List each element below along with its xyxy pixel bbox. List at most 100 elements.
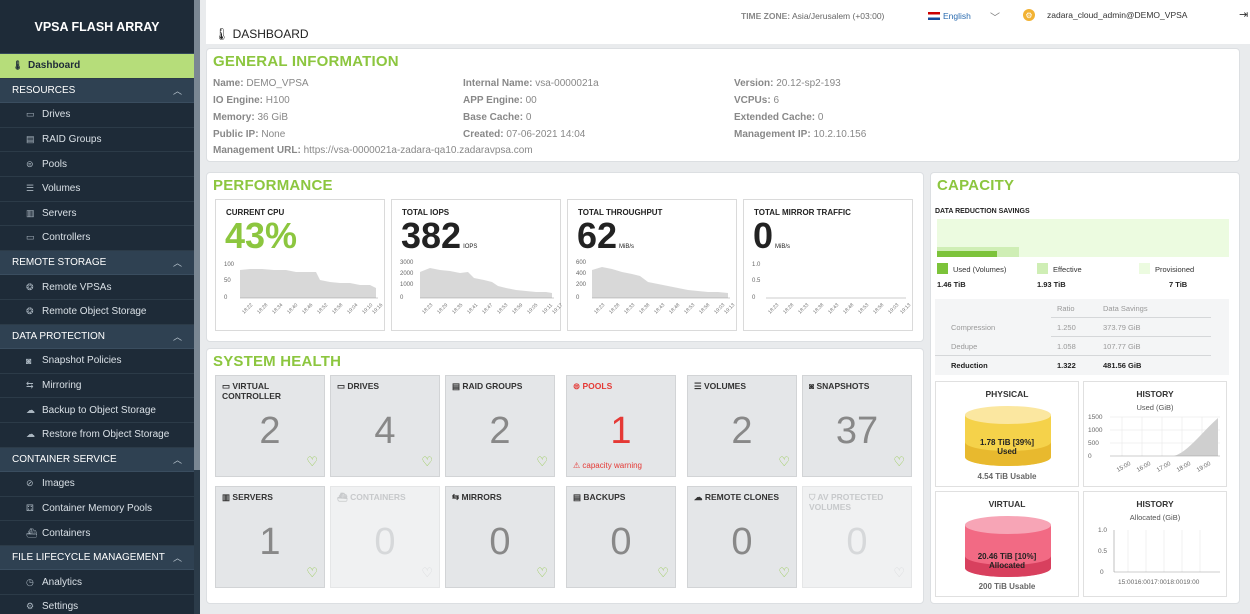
legend-label: Effective [1053, 265, 1082, 274]
page-title-text: DASHBOARD [232, 27, 309, 41]
throughput-value-wrap: 62 MiB/s [577, 218, 634, 254]
sidebar-item-dashboard[interactable]: 🌡 Dashboard [0, 54, 194, 79]
volume-icon: ☰ [26, 183, 35, 194]
health-card-mirrors[interactable]: ⇆ MIRRORS 0 ♡ [445, 486, 555, 588]
ytick: 0.5 [752, 278, 761, 284]
gi-value[interactable]: https://vsa-0000021a-zadara-qa10.zadarav… [304, 145, 533, 156]
history-used-card: HISTORY Used (GiB) 1500 1000 500 0 15:00… [1083, 381, 1227, 487]
sidebar-item-volumes[interactable]: ☰ Volumes [0, 177, 194, 202]
xtick: 19:05 [526, 302, 539, 315]
virtual-usable: 200 TiB Usable [978, 582, 1036, 591]
ytick: 2000 [400, 271, 414, 277]
health-card-label: ⇆ MIRRORS [452, 492, 502, 502]
health-card-remote-clones[interactable]: ☁ REMOTE CLONES 0 ♡ [687, 486, 797, 588]
sidebar-item-containers[interactable]: ⛴ Containers [0, 521, 194, 546]
data-reduction-table: Ratio Data Savings Compression 1.250 373… [935, 299, 1229, 375]
label-text: BACKUPS [583, 492, 626, 502]
xtick: 18:28 [256, 302, 269, 315]
health-count: 4 [374, 410, 396, 452]
health-card-volumes[interactable]: ☰ VOLUMES 2 ♡ [687, 375, 797, 477]
xtick: 19:04 [346, 302, 359, 315]
sidebar-item-settings[interactable]: ⚙ Settings [0, 595, 194, 614]
pool-icon: ⊜ [26, 158, 34, 169]
remote-icon: ❂ [26, 306, 34, 317]
iops-area [420, 268, 552, 298]
sidebar-section-container-service[interactable]: CONTAINER SERVICE ︿ [0, 447, 194, 473]
health-card-pools[interactable]: ⊜ POOLS 1 ⚠ capacity warning [566, 375, 676, 477]
chevron-down-icon[interactable]: ﹀ [990, 9, 1000, 24]
system-health-title: SYSTEM HEALTH [213, 353, 342, 370]
volume-icon: ☰ [694, 381, 704, 391]
sidebar-item-raid-groups[interactable]: ▤ RAID Groups [0, 128, 194, 153]
user-menu[interactable]: ⚙ zadara_cloud_admin@DEMO_VPSA [1023, 9, 1187, 21]
mirror-traffic-card: TOTAL MIRROR TRAFFIC 0 MiB/s 1.0 0.5 0 18… [743, 199, 913, 331]
sidebar-item-servers[interactable]: ▥ Servers [0, 202, 194, 227]
throughput-unit: MiB/s [619, 244, 635, 250]
health-count: 1 [259, 521, 281, 563]
sidebar-item-backup-to-object-storage[interactable]: ☁ Backup to Object Storage [0, 398, 194, 423]
health-card-av-protected-volumes[interactable]: ⛉ AV PROTECTED VOLUMES 0 ♡ [802, 486, 912, 588]
gi-label: IO Engine: [213, 95, 263, 106]
health-card-raid-groups[interactable]: ▤ RAID GROUPS 2 ♡ [445, 375, 555, 477]
xtick: 17:00 [1156, 461, 1173, 474]
virtual-allocated-text: 20.46 TiB [10%] Allocated [936, 552, 1078, 570]
sidebar-section-file-lifecycle[interactable]: FILE LIFECYCLE MANAGEMENT ︿ [0, 545, 194, 571]
sidebar-item-label: Containers [42, 527, 91, 539]
gear-icon: ⚙ [26, 601, 35, 612]
gi-base-cache: Base Cache: 0 [463, 112, 531, 123]
xtick: 19:16 [371, 302, 384, 315]
sidebar-section-data-protection[interactable]: DATA PROTECTION ︿ [0, 324, 194, 350]
xtick: 18:38 [812, 302, 825, 315]
health-card-snapshots[interactable]: ◙ SNAPSHOTS 37 ♡ [802, 375, 912, 477]
timezone-display: TIME ZONE: Asia/Jerusalem (+03:00) [741, 11, 884, 21]
legend-swatch [1037, 263, 1048, 274]
health-count: 2 [259, 410, 281, 452]
health-count: 37 [835, 410, 879, 452]
performance-panel: PERFORMANCE CURRENT CPU 43% 100 50 0 18:… [206, 172, 924, 342]
health-card-backups[interactable]: ▤ BACKUPS 0 ♡ [566, 486, 676, 588]
logout-icon[interactable]: ⇥ [1239, 8, 1248, 21]
xtick: 19:17 [551, 302, 562, 315]
sidebar-item-controllers[interactable]: ▭ Controllers [0, 226, 194, 251]
sidebar-item-analytics[interactable]: ◷ Analytics [0, 570, 194, 596]
health-card-virtual-controller[interactable]: ▭ VIRTUAL CONTROLLER 2 ♡ [215, 375, 325, 477]
sidebar-scrollbar[interactable] [194, 0, 200, 470]
sidebar-section-resources[interactable]: RESOURCES ︿ [0, 78, 194, 104]
avatar: ⚙ [1023, 9, 1035, 21]
xtick: 18:33 [797, 302, 810, 315]
sidebar-item-label: Drives [42, 109, 71, 121]
health-card-servers[interactable]: ▥ SERVERS 1 ♡ [215, 486, 325, 588]
sidebar-item-pools[interactable]: ⊜ Pools [0, 152, 194, 177]
sidebar-item-label: Images [42, 478, 75, 490]
sidebar-item-mirroring[interactable]: ⇆ Mirroring [0, 374, 194, 399]
sidebar-item-drives[interactable]: ▭ Drives [0, 103, 194, 128]
xtick: 18:38 [638, 302, 651, 315]
section-label: RESOURCES [12, 84, 76, 96]
health-count: 2 [489, 410, 511, 452]
gi-public-ip: Public IP: None [213, 129, 285, 140]
sidebar-item-label: Mirroring [42, 380, 82, 392]
raid-icon: ▤ [452, 381, 463, 391]
xtick: 19:03 [887, 302, 900, 315]
provisioned-value: 7 TiB [1169, 280, 1188, 289]
label-text: REMOTE CLONES [704, 492, 780, 502]
heart-icon: ♡ [778, 454, 790, 469]
health-card-label: ◙ SNAPSHOTS [809, 381, 869, 391]
sidebar-section-remote-storage[interactable]: REMOTE STORAGE ︿ [0, 250, 194, 276]
sidebar-item-restore-from-object-storage[interactable]: ☁ Restore from Object Storage [0, 423, 194, 448]
heart-icon: ♡ [421, 454, 433, 469]
sidebar-item-images[interactable]: ⊘ Images [0, 472, 194, 497]
sidebar-item-remote-object-storage[interactable]: ❂ Remote Object Storage [0, 300, 194, 325]
sidebar-item-snapshot-policies[interactable]: ◙ Snapshot Policies [0, 349, 194, 374]
label-text: DRIVES [347, 381, 380, 391]
language-select[interactable]: English [928, 11, 971, 21]
gi-label: Extended Cache: [734, 112, 816, 123]
gi-label: Name: [213, 78, 244, 89]
xtick: 18:34 [271, 302, 284, 315]
health-card-drives[interactable]: ▭ DRIVES 4 ♡ [330, 375, 440, 477]
health-card-containers[interactable]: ⛴ CONTAINERS 0 ♡ [330, 486, 440, 588]
sidebar-item-remote-vpsas[interactable]: ❂ Remote VPSAs [0, 275, 194, 300]
ytick: 0 [224, 295, 228, 301]
controller-icon: ▭ [26, 232, 35, 243]
sidebar-item-container-memory-pools[interactable]: ⚃ Container Memory Pools [0, 497, 194, 522]
